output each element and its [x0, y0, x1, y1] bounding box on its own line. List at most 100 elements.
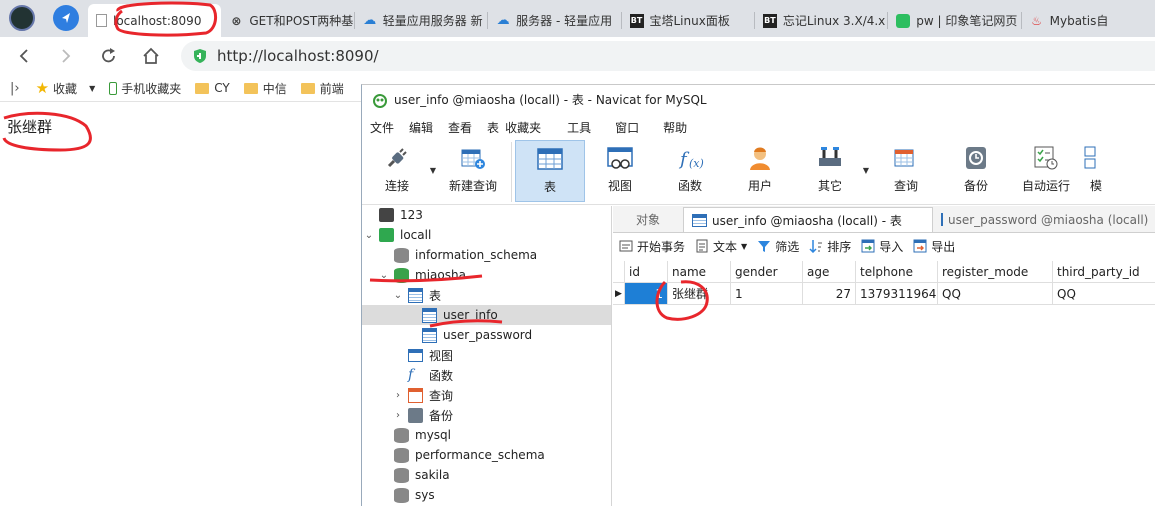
- tree-node-sys[interactable]: sys: [362, 485, 611, 505]
- cell-age[interactable]: 27: [803, 283, 856, 305]
- tab-user-info[interactable]: user_info @miaosha (locall) - 表: [683, 207, 933, 232]
- tab-user-password[interactable]: user_password @miaosha (locall): [933, 207, 1155, 232]
- menu-window[interactable]: 窗口: [612, 119, 642, 136]
- column-header-age[interactable]: age: [803, 261, 856, 283]
- queries-button[interactable]: 查询: [871, 140, 941, 202]
- sidebar-toggle-icon[interactable]: |›: [10, 81, 20, 96]
- others-button[interactable]: 其它 ▼: [795, 140, 869, 202]
- export-button[interactable]: 导出: [913, 238, 955, 255]
- reload-icon[interactable]: [97, 44, 121, 68]
- bookmark-favorites[interactable]: ★ 收藏 ▼: [36, 79, 96, 97]
- tree-node-user-password[interactable]: user_password: [362, 325, 611, 345]
- chevron-down-icon[interactable]: ⌄: [393, 290, 403, 301]
- home-icon[interactable]: [139, 44, 163, 68]
- tool-label: 函数: [677, 179, 702, 193]
- tree-node-user-info[interactable]: user_info: [362, 305, 611, 325]
- column-header-register-mode[interactable]: register_mode: [938, 261, 1053, 283]
- menu-edit[interactable]: 编辑: [406, 119, 436, 136]
- svg-text:(x): (x): [689, 157, 704, 170]
- transaction-icon: [619, 240, 633, 252]
- cell-gender[interactable]: 1: [731, 283, 803, 305]
- functions-button[interactable]: f (x) 函数: [655, 140, 725, 202]
- chevron-right-icon[interactable]: ›: [393, 410, 403, 421]
- forward-icon[interactable]: [54, 44, 78, 68]
- tree-node-sakila[interactable]: sakila: [362, 465, 611, 485]
- tree-node-miaosha[interactable]: ⌄ miaosha: [362, 265, 611, 285]
- chevron-down-icon[interactable]: ▼: [430, 166, 436, 175]
- import-button[interactable]: 导入: [861, 238, 903, 255]
- column-header-telphone[interactable]: telphone: [856, 261, 938, 283]
- cell-id[interactable]: 1: [625, 283, 668, 305]
- column-header-id[interactable]: id: [625, 261, 668, 283]
- bookmark-mobile[interactable]: 手机收藏夹: [109, 80, 181, 97]
- chevron-right-icon[interactable]: ›: [393, 390, 403, 401]
- bookmark-folder-zhongxin[interactable]: 中信: [243, 80, 287, 97]
- cell-name[interactable]: 张继群: [668, 283, 731, 305]
- tree-node-views[interactable]: 视图: [362, 345, 611, 365]
- bookmark-folder-cy[interactable]: CY: [195, 81, 230, 95]
- menu-file[interactable]: 文件: [367, 119, 397, 136]
- begin-transaction-button[interactable]: 开始事务: [619, 238, 685, 255]
- tab-linux[interactable]: BT 忘记Linux 3.X/4.x: [755, 4, 889, 37]
- tree-node-performance-schema[interactable]: performance_schema: [362, 445, 611, 465]
- navigation-arrow-icon[interactable]: [53, 5, 79, 31]
- tab-objects[interactable]: 对象: [613, 207, 683, 232]
- tree-node-tables[interactable]: ⌄ 表: [362, 285, 611, 305]
- tab-server-1[interactable]: ☁ 轻量应用服务器 新: [355, 4, 489, 37]
- text-button[interactable]: 文本 ▼: [695, 238, 747, 255]
- profile-avatar-icon[interactable]: [9, 5, 35, 31]
- menu-table[interactable]: 表: [484, 119, 502, 136]
- menu-favorites[interactable]: 收藏夹: [502, 119, 544, 136]
- tree-node-queries[interactable]: › 查询: [362, 385, 611, 405]
- new-query-button[interactable]: 新建查询: [438, 140, 508, 202]
- connect-button[interactable]: 连接 ▼: [362, 140, 436, 202]
- chevron-down-icon[interactable]: ⌄: [379, 270, 389, 281]
- cell-telphone[interactable]: 13793119646: [856, 283, 938, 305]
- column-header-gender[interactable]: gender: [731, 261, 803, 283]
- tree-node-mysql[interactable]: mysql: [362, 425, 611, 445]
- tool-label: 查询: [893, 179, 918, 193]
- tables-button[interactable]: 表: [515, 140, 585, 202]
- tree-node-information-schema[interactable]: information_schema: [362, 245, 611, 265]
- tree-label: 查询: [429, 388, 454, 403]
- tree-node-functions[interactable]: f 函数: [362, 365, 611, 385]
- column-header-name[interactable]: name: [668, 261, 731, 283]
- menu-tools[interactable]: 工具: [564, 119, 594, 136]
- views-button[interactable]: 视图: [585, 140, 655, 202]
- cell-register-mode[interactable]: QQ: [938, 283, 1053, 305]
- secure-shield-icon: [194, 49, 206, 63]
- tree-node-123[interactable]: 123: [362, 205, 611, 225]
- backup-button[interactable]: 备份: [941, 140, 1011, 202]
- menu-help[interactable]: 帮助: [660, 119, 690, 136]
- sort-button[interactable]: 排序: [809, 238, 851, 255]
- table-row[interactable]: ▶ 1 张继群 1 27 13793119646 QQ QQ: [613, 283, 1155, 305]
- tool-label: 用户: [747, 179, 772, 193]
- menu-bar: 文件 编辑 查看 表 收藏夹 工具 窗口 帮助: [362, 114, 1155, 140]
- tab-mybatis[interactable]: ♨ Mybatis自: [1022, 4, 1155, 37]
- cell-third-party-id[interactable]: QQ: [1053, 283, 1155, 305]
- automation-button[interactable]: 自动运行: [1011, 140, 1081, 202]
- url-field[interactable]: http://localhost:8090/: [181, 41, 1155, 71]
- tab-server-2[interactable]: ☁ 服务器 - 轻量应用: [488, 4, 622, 37]
- menu-view[interactable]: 查看: [445, 119, 475, 136]
- chevron-down-icon[interactable]: ⌄: [364, 230, 374, 241]
- back-icon[interactable]: [12, 44, 36, 68]
- connection-icon: [379, 208, 394, 222]
- tree-node-backups[interactable]: › 备份: [362, 405, 611, 425]
- tab-evernote[interactable]: pw | 印象笔记网页: [888, 4, 1022, 37]
- model-button[interactable]: 模: [1081, 140, 1111, 202]
- database-icon: [394, 267, 409, 283]
- users-button[interactable]: 用户: [725, 140, 795, 202]
- new-query-icon: [461, 149, 485, 169]
- column-header-third-party-id[interactable]: third_party_id: [1053, 261, 1155, 283]
- filter-button[interactable]: 筛选: [757, 238, 799, 255]
- bookmark-folder-frontend[interactable]: 前端: [300, 80, 344, 97]
- mybatis-icon: ♨: [1031, 13, 1042, 28]
- chevron-down-icon[interactable]: ▼: [863, 166, 869, 175]
- tree-node-locall[interactable]: ⌄ locall: [362, 225, 611, 245]
- tab-baota[interactable]: BT 宝塔Linux面板: [622, 4, 755, 37]
- bookmark-label: 中信: [262, 81, 287, 96]
- tab-get-post[interactable]: ⊗ GET和POST两种基: [221, 4, 355, 37]
- tree-label: 函数: [429, 368, 454, 383]
- tab-localhost[interactable]: localhost:8090: [88, 4, 222, 37]
